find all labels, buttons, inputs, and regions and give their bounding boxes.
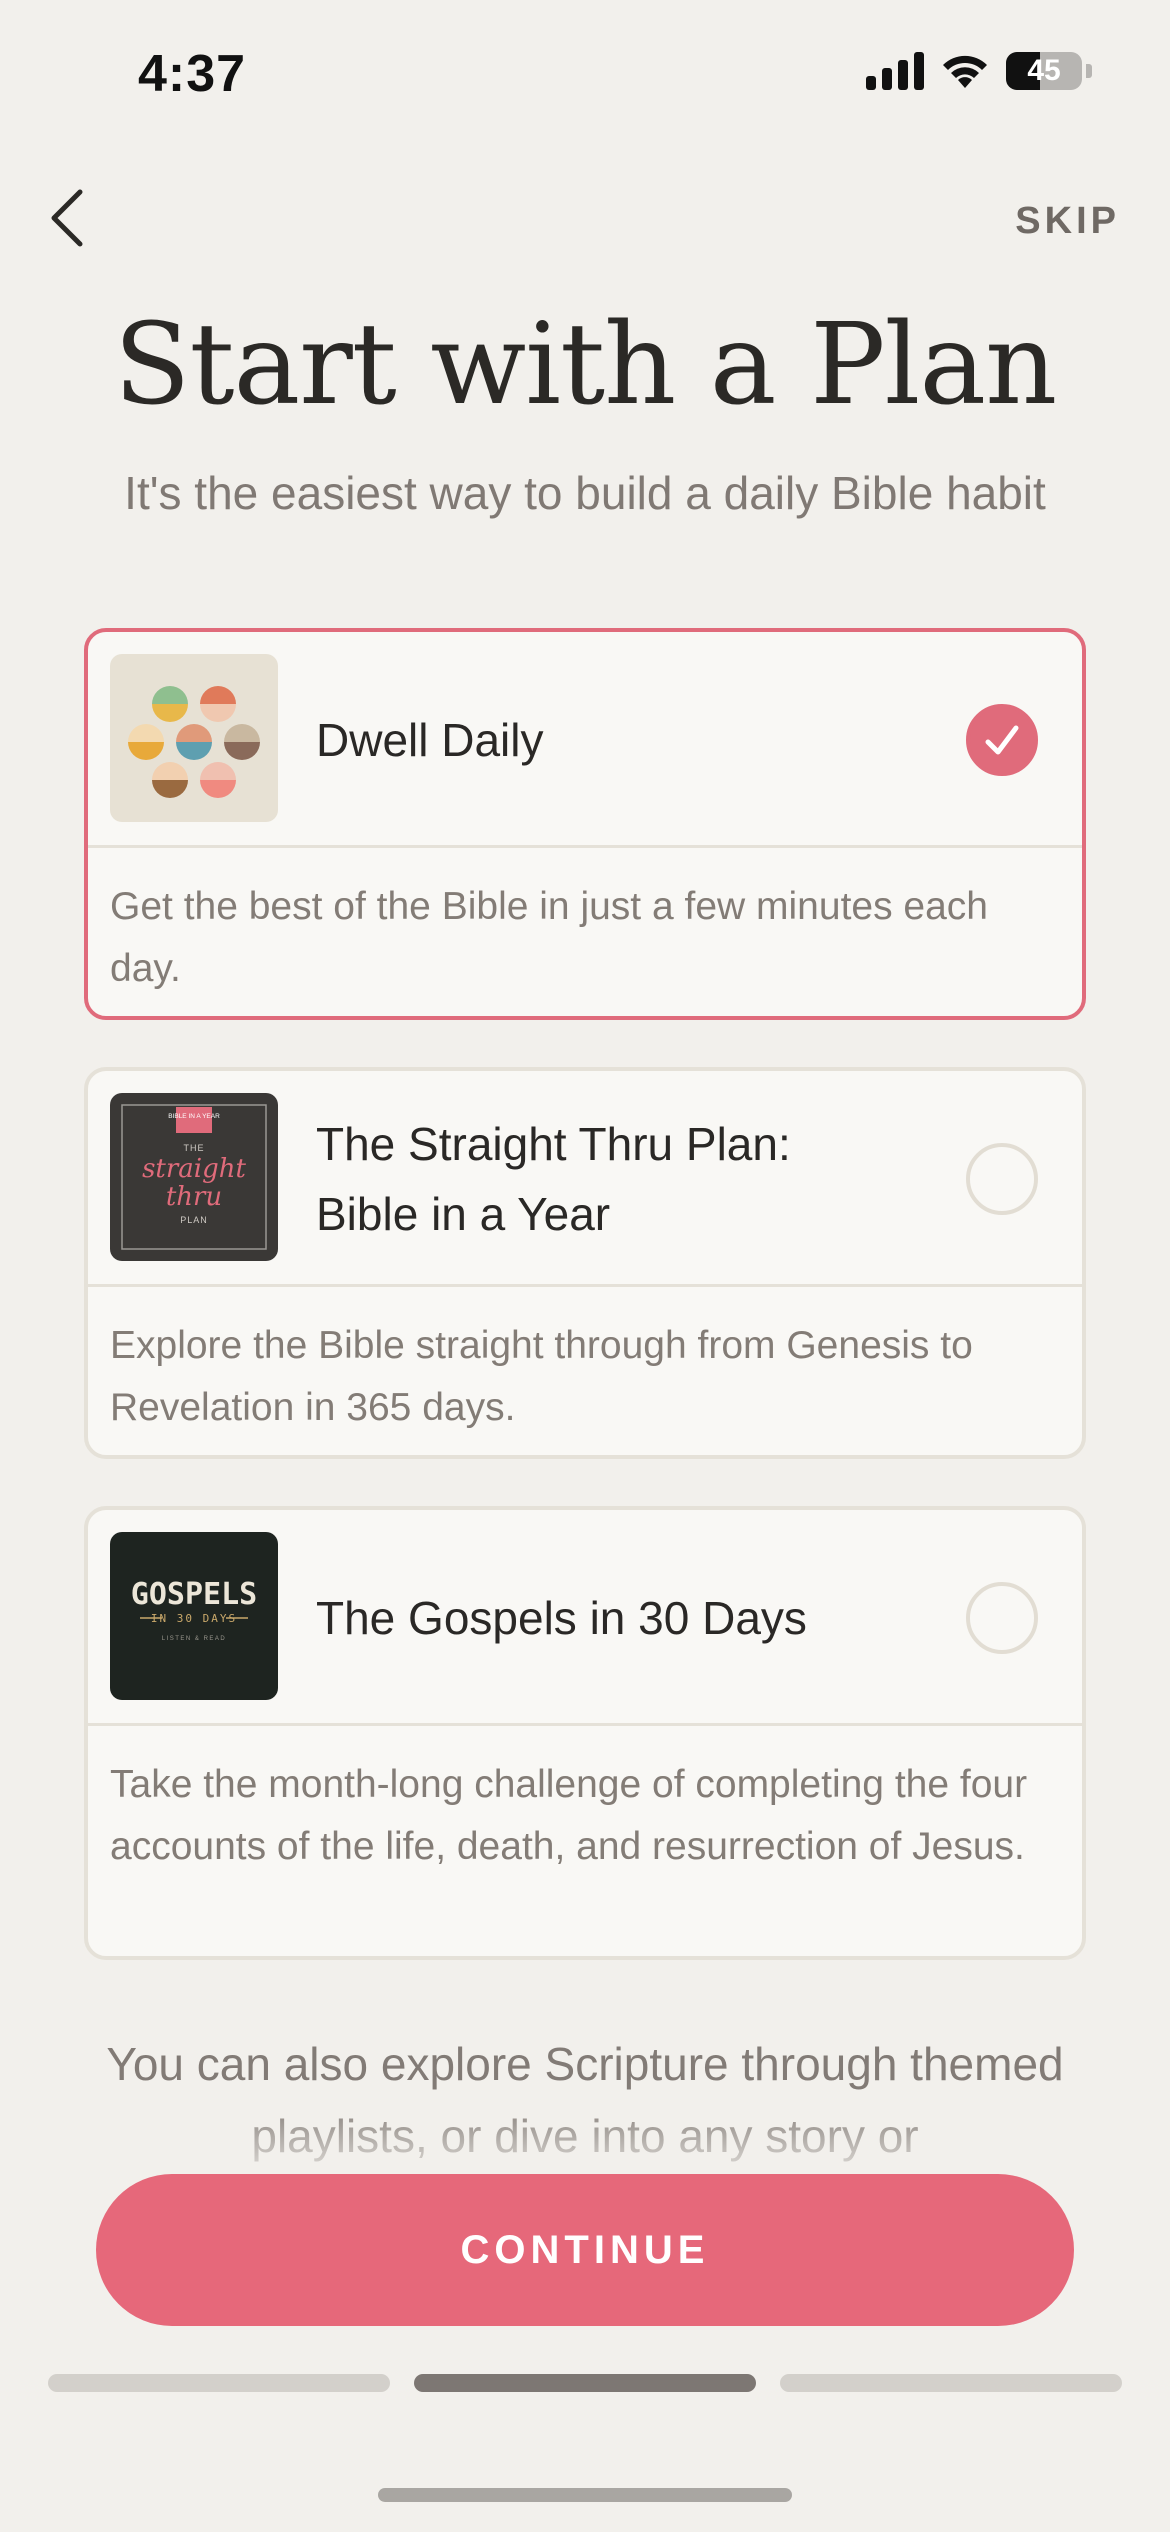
plan-name: Dwell Daily: [316, 714, 544, 766]
status-time: 4:37: [138, 45, 247, 103]
plan-card-straight-thru[interactable]: BIBLE IN A YEAR THE straight thru PLAN T…: [84, 1067, 1086, 1459]
continue-button[interactable]: CONTINUE: [96, 2174, 1074, 2326]
artwork-line1-text: straight: [142, 1154, 246, 1184]
status-bar: 4:37 45: [0, 0, 1170, 150]
artwork-plan-text: PLAN: [180, 1215, 208, 1225]
scroll-fade: [0, 2100, 1170, 2180]
plan-card-header: Dwell Daily: [88, 632, 1082, 848]
dwell-daily-artwork: [110, 654, 278, 822]
plan-description: Explore the Bible straight through from …: [110, 1324, 973, 1429]
gospels-artwork: GOSPELS IN 30 DAYS LISTEN & READ: [110, 1532, 278, 1700]
artwork-the-text: THE: [184, 1143, 205, 1153]
plan-radio-unselected[interactable]: [966, 1143, 1038, 1215]
artwork-line2-text: thru: [166, 1182, 222, 1212]
plan-name: The Gospels in 30 Days: [316, 1592, 807, 1644]
back-button[interactable]: [40, 182, 96, 254]
skip-button[interactable]: SKIP: [1015, 200, 1120, 243]
home-indicator[interactable]: [378, 2488, 792, 2502]
plan-card-dwell-daily[interactable]: Dwell Daily Get the best of the Bible in…: [84, 628, 1086, 1020]
progress-indicator: [48, 2374, 1122, 2392]
battery-cap: [1086, 64, 1092, 78]
plan-description: Take the month-long challenge of complet…: [110, 1763, 1028, 1868]
progress-step: [48, 2374, 390, 2392]
chevron-left-icon: [51, 189, 83, 247]
plan-card-header: GOSPELS IN 30 DAYS LISTEN & READ The Gos…: [88, 1510, 1082, 1726]
plan-card-gospels[interactable]: GOSPELS IN 30 DAYS LISTEN & READ The Gos…: [84, 1506, 1086, 1960]
progress-step: [780, 2374, 1122, 2392]
status-icons: 45: [866, 52, 1092, 90]
battery-percent: 45: [1027, 54, 1061, 87]
artwork-sub-text: IN 30 DAYS: [151, 1612, 237, 1625]
artwork-badge-text: BIBLE IN A YEAR: [168, 1113, 220, 1120]
plan-card-header: BIBLE IN A YEAR THE straight thru PLAN T…: [88, 1071, 1082, 1287]
plan-radio-unselected[interactable]: [966, 1582, 1038, 1654]
checkmark-icon: [985, 725, 1019, 755]
battery-icon: 45: [1006, 52, 1082, 90]
cellular-signal-icon: [866, 52, 924, 90]
plan-radio-selected[interactable]: [966, 704, 1038, 776]
plan-description: Get the best of the Bible in just a few …: [110, 885, 988, 990]
wifi-icon: [943, 55, 987, 88]
artwork-title-text: GOSPELS: [131, 1577, 257, 1612]
straight-thru-artwork: BIBLE IN A YEAR THE straight thru PLAN: [110, 1093, 278, 1261]
artwork-small-text: LISTEN & READ: [162, 1636, 227, 1642]
page-subtitle: It's the easiest way to build a daily Bi…: [124, 467, 1046, 519]
plan-name: The Straight Thru Plan: Bible in a Year: [316, 1118, 791, 1240]
progress-step-active: [414, 2374, 756, 2392]
page-title: Start with a Plan: [113, 300, 1058, 430]
